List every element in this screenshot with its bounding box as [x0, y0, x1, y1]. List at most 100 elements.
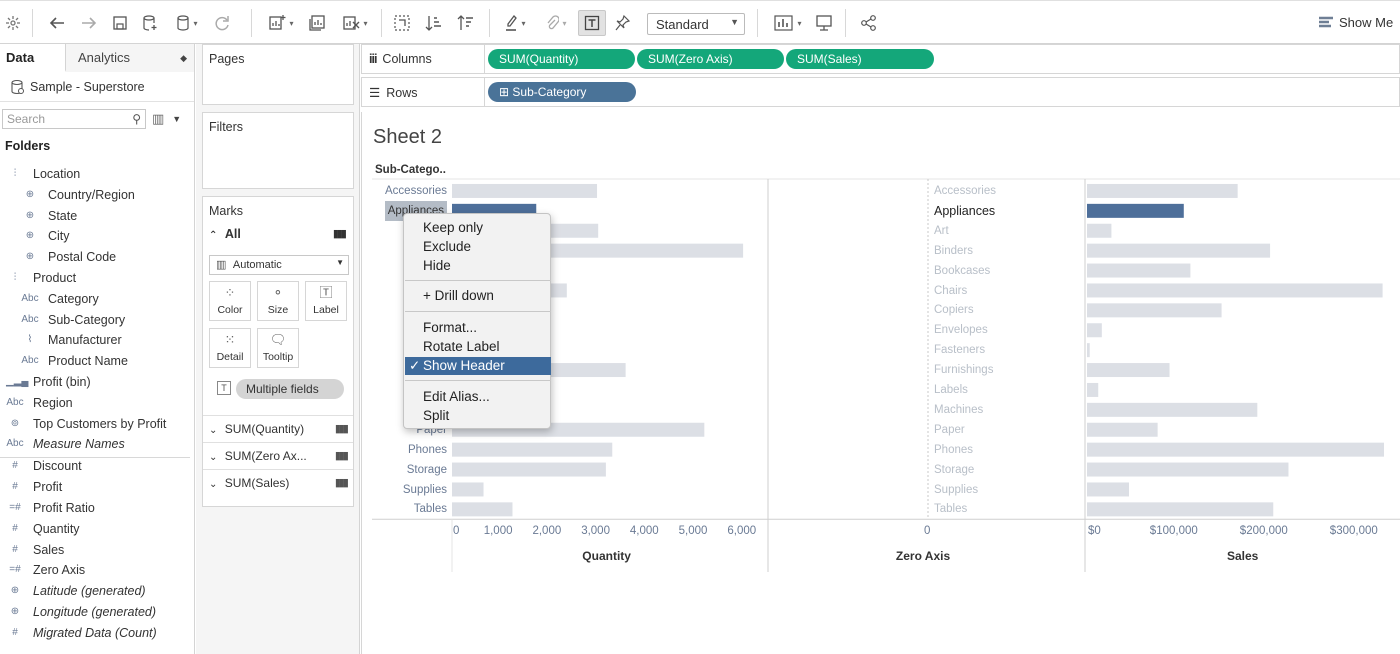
field-item[interactable]: ⊚ Top Customers by Profit [0, 414, 190, 434]
pages-card[interactable]: Pages [202, 44, 354, 105]
field-item[interactable]: =# Zero Axis [0, 560, 190, 580]
field-item[interactable]: Abc Measure Names [0, 434, 190, 454]
menu-split[interactable]: Split [405, 407, 551, 425]
rows-shelf[interactable]: ☰ Rows ⊞ Sub-Category [361, 77, 1400, 107]
toolbar: ▾ ▾ ▾ ▾ ▾ Standard ▼ ▾ Show Me [0, 0, 1400, 44]
row-header-label[interactable]: Storage [407, 460, 447, 480]
axis-title[interactable]: Quantity [582, 549, 631, 563]
new-datasource-icon[interactable] [141, 11, 159, 35]
field-label: Product [33, 271, 77, 285]
field-item[interactable]: ⊕ Postal Code [0, 247, 190, 267]
group-members-icon[interactable]: ▾ [541, 11, 571, 35]
field-item[interactable]: Abc Product Name [0, 351, 190, 371]
globe-icon: ⊕ [25, 251, 35, 263]
view-toggle-icon[interactable]: ▥ [152, 111, 164, 127]
marks-tab-sum-zero-axis[interactable]: ⌄ SUM(Zero Ax... ▮▮▮ [203, 442, 353, 468]
row-header-label[interactable]: Accessories [385, 181, 447, 201]
field-item[interactable]: =# Profit Ratio [0, 498, 190, 518]
menu-show-header[interactable]: ✓ Show Header [405, 357, 551, 375]
show-me-button[interactable]: Show Me [1318, 15, 1393, 30]
row-header-label[interactable]: Supplies [403, 480, 447, 500]
color-button[interactable]: ⁘ Color [209, 281, 251, 321]
field-item[interactable]: ⊕ Country/Region [0, 185, 190, 205]
marks-tab-sum-sales[interactable]: ⌄ SUM(Sales) ▮▮▮ [203, 469, 353, 495]
row-header-label[interactable]: Phones [408, 440, 447, 460]
search-input[interactable]: Search ⚲ [2, 109, 146, 129]
label-button[interactable]: 🅃 Label [305, 281, 347, 321]
new-worksheet-icon[interactable]: ▾ [264, 11, 298, 35]
bar-sales [1087, 223, 1112, 238]
redo-icon[interactable] [79, 11, 99, 35]
pill-sum-zero-axis[interactable]: SUM(Zero Axis) [637, 49, 784, 69]
menu-keep-only[interactable]: Keep only [405, 219, 551, 237]
pill-sum-quantity[interactable]: SUM(Quantity) [488, 49, 635, 69]
field-item[interactable]: # Profit [0, 477, 190, 497]
sheet-title[interactable]: Sheet 2 [373, 126, 442, 149]
field-item[interactable]: ▁▂▄ Profit (bin) [0, 372, 190, 392]
field-item[interactable]: ⊕ Latitude (generated) [0, 581, 190, 601]
field-item[interactable]: # Discount [0, 456, 190, 476]
menu-edit-alias[interactable]: Edit Alias... [405, 388, 551, 406]
share-icon[interactable] [859, 11, 879, 35]
mark-type-select[interactable]: ▥ Automatic ▼ [209, 255, 349, 275]
pane-menu-chevron-icon[interactable]: ▼ [172, 114, 181, 124]
marks-tab-label: SUM(Sales) [224, 476, 290, 490]
multiple-fields-pill[interactable]: Multiple fields [236, 379, 344, 399]
row-header-title[interactable]: Sub-Catego.. [375, 164, 446, 176]
highlight-icon[interactable]: ▾ [501, 11, 529, 35]
field-item[interactable]: # Migrated Data (Count) [0, 623, 190, 643]
menu-format[interactable]: Format... [405, 319, 551, 337]
field-item[interactable]: # Quantity [0, 519, 190, 539]
show-hide-cards-icon[interactable]: ▾ [770, 11, 806, 35]
filters-card[interactable]: Filters [202, 112, 354, 189]
tableau-logo-icon[interactable] [4, 11, 22, 35]
tab-data[interactable]: Data [0, 44, 66, 72]
fit-size-select[interactable]: Standard ▼ [647, 13, 745, 35]
abc-icon: Abc [6, 396, 24, 408]
undo-icon[interactable] [47, 11, 67, 35]
menu-exclude[interactable]: Exclude [405, 238, 551, 256]
columns-shelf[interactable]: iii Columns SUM(Quantity) SUM(Zero Axis)… [361, 44, 1400, 74]
field-item[interactable]: Abc Category [0, 289, 190, 309]
fit-size-value: Standard [656, 17, 709, 32]
row-header-label[interactable]: Tables [414, 499, 447, 519]
size-button[interactable]: ⚬ Size [257, 281, 299, 321]
field-item[interactable]: ⫶ Product [0, 268, 190, 288]
refresh-icon[interactable] [212, 11, 232, 35]
field-item[interactable]: ⊕ City [0, 226, 190, 246]
field-item[interactable]: ⌇ Manufacturer [0, 330, 190, 350]
menu-hide[interactable]: Hide [405, 257, 551, 275]
pause-updates-icon[interactable]: ▾ [173, 11, 201, 35]
tab-analytics[interactable]: Analytics ◆ [66, 44, 194, 72]
swap-rows-columns-icon[interactable] [392, 11, 412, 35]
save-icon[interactable] [111, 11, 129, 35]
field-item[interactable]: ⊕ State [0, 206, 190, 226]
tooltip-button[interactable]: 🗨 Tooltip [257, 328, 299, 368]
menu-rotate-label[interactable]: Rotate Label [405, 338, 551, 356]
fix-axes-pin-icon[interactable] [613, 11, 633, 35]
axis-title[interactable]: Sales [1227, 549, 1258, 563]
show-mark-labels-icon[interactable] [578, 10, 606, 36]
presentation-mode-icon[interactable] [814, 11, 834, 35]
menu-drill-down[interactable]: + Drill down [405, 287, 551, 305]
datasource-item[interactable]: Sample - Superstore [0, 72, 194, 102]
show-me-icon [1319, 16, 1333, 27]
clear-sheet-icon[interactable]: ▾ [338, 11, 372, 35]
duplicate-sheet-icon[interactable] [307, 11, 327, 35]
pill-sub-category[interactable]: ⊞ Sub-Category [488, 82, 636, 102]
field-item[interactable]: Abc Region [0, 393, 190, 413]
sort-ascending-icon[interactable] [424, 11, 444, 35]
field-label: Measure Names [33, 437, 125, 452]
marks-tab-sum-quantity[interactable]: ⌄ SUM(Quantity) ▮▮▮ [203, 415, 353, 441]
pill-sum-sales[interactable]: SUM(Sales) [786, 49, 934, 69]
detail-button[interactable]: ⁙ Detail [209, 328, 251, 368]
paperclip-icon: ⌇ [27, 334, 33, 346]
sort-descending-icon[interactable] [456, 11, 476, 35]
axis-title[interactable]: Zero Axis [896, 549, 950, 563]
field-item[interactable]: # Sales [0, 540, 190, 560]
bar-sales [1087, 243, 1271, 258]
marks-all-tab[interactable]: ⌃ All ▮▮▮ [203, 221, 353, 249]
field-item[interactable]: Abc Sub-Category [0, 310, 190, 330]
field-item[interactable]: ⫶ Location [0, 164, 190, 184]
field-item[interactable]: ⊕ Longitude (generated) [0, 602, 190, 622]
